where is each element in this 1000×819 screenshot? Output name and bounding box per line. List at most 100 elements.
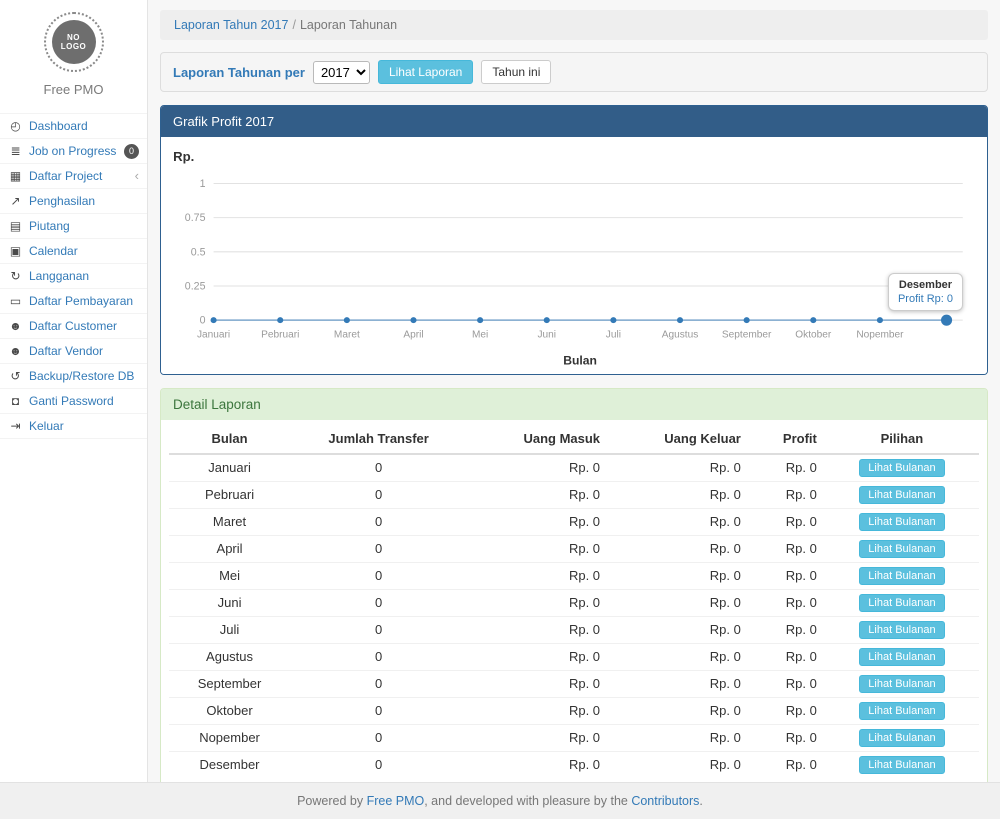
sidebar-item-job-on-progress[interactable]: ≣Job on Progress0 xyxy=(0,138,147,163)
header-profit: Profit xyxy=(749,424,825,454)
cell-jumlah: 0 xyxy=(290,508,467,535)
lihat-bulanan-button[interactable]: Lihat Bulanan xyxy=(859,675,944,693)
sidebar-item-label: Daftar Customer xyxy=(29,318,117,334)
cell-keluar: Rp. 0 xyxy=(608,454,749,482)
sidebar-item-label: Calendar xyxy=(29,243,78,259)
repeat-icon: ↻ xyxy=(8,268,23,284)
cell-jumlah: 0 xyxy=(290,670,467,697)
lihat-bulanan-button[interactable]: Lihat Bulanan xyxy=(859,594,944,612)
lihat-bulanan-button[interactable]: Lihat Bulanan xyxy=(859,513,944,531)
table-row: Pebruari0Rp. 0Rp. 0Rp. 0Lihat Bulanan xyxy=(169,481,979,508)
cell-keluar: Rp. 0 xyxy=(608,535,749,562)
year-select[interactable]: 2017 xyxy=(313,61,370,84)
sidebar-item-daftar-project[interactable]: ▦Daftar Project‹ xyxy=(0,163,147,188)
footer-contributors-link[interactable]: Contributors xyxy=(631,794,699,808)
cell-masuk: Rp. 0 xyxy=(467,562,608,589)
svg-text:April: April xyxy=(403,329,423,340)
cell-jumlah: 0 xyxy=(290,562,467,589)
lihat-laporan-button[interactable]: Lihat Laporan xyxy=(378,60,473,84)
cell-bulan: Agustus xyxy=(169,643,290,670)
cell-pilihan: Lihat Bulanan xyxy=(825,724,979,751)
lihat-bulanan-button[interactable]: Lihat Bulanan xyxy=(859,702,944,720)
table-row: Mei0Rp. 0Rp. 0Rp. 0Lihat Bulanan xyxy=(169,562,979,589)
cell-pilihan: Lihat Bulanan xyxy=(825,454,979,482)
lihat-bulanan-button[interactable]: Lihat Bulanan xyxy=(859,621,944,639)
sidebar-item-daftar-vendor[interactable]: ☻Daftar Vendor xyxy=(0,338,147,363)
cell-bulan: April xyxy=(169,535,290,562)
cell-jumlah: 0 xyxy=(290,589,467,616)
logo-text-line2: LOGO xyxy=(61,42,87,51)
cell-keluar: Rp. 0 xyxy=(608,589,749,616)
cell-keluar: Rp. 0 xyxy=(608,562,749,589)
profit-line-chart[interactable]: Rp.00.250.50.751JanuariPebruariMaretApri… xyxy=(167,145,981,370)
table-row: Januari0Rp. 0Rp. 0Rp. 0Lihat Bulanan xyxy=(169,454,979,482)
cell-pilihan: Lihat Bulanan xyxy=(825,697,979,724)
cell-pilihan: Lihat Bulanan xyxy=(825,751,979,778)
cell-profit: Rp. 0 xyxy=(749,535,825,562)
sidebar-item-daftar-pembayaran[interactable]: ▭Daftar Pembayaran xyxy=(0,288,147,313)
chart-tooltip-month: Desember xyxy=(898,279,953,291)
svg-text:Januari: Januari xyxy=(197,329,230,340)
sidebar-item-daftar-customer[interactable]: ☻Daftar Customer xyxy=(0,313,147,338)
cell-keluar: Rp. 0 xyxy=(608,616,749,643)
breadcrumb-link[interactable]: Laporan Tahun 2017 xyxy=(174,18,288,32)
lihat-bulanan-button[interactable]: Lihat Bulanan xyxy=(859,729,944,747)
sidebar-item-calendar[interactable]: ▣ Calendar xyxy=(0,238,147,263)
lihat-bulanan-button[interactable]: Lihat Bulanan xyxy=(859,486,944,504)
cell-pilihan: Lihat Bulanan xyxy=(825,589,979,616)
sidebar-item-keluar[interactable]: ⇥Keluar xyxy=(0,413,147,439)
cell-pilihan: Lihat Bulanan xyxy=(825,508,979,535)
sidebar-item-backup-restore-db[interactable]: ↺Backup/Restore DB xyxy=(0,363,147,388)
footer-brand-link[interactable]: Free PMO xyxy=(367,794,425,808)
table-row: Desember0Rp. 0Rp. 0Rp. 0Lihat Bulanan xyxy=(169,751,979,778)
refresh-icon: ↺ xyxy=(8,368,23,384)
sidebar-item-label: Ganti Password xyxy=(29,393,114,409)
cell-profit: Rp. 0 xyxy=(749,697,825,724)
svg-text:0.5: 0.5 xyxy=(191,246,206,258)
cell-profit: Rp. 0 xyxy=(749,589,825,616)
cell-jumlah: 0 xyxy=(290,616,467,643)
cell-bulan: Oktober xyxy=(169,697,290,724)
lihat-bulanan-button[interactable]: Lihat Bulanan xyxy=(859,648,944,666)
lock-icon: ◘ xyxy=(8,393,23,409)
calendar-icon: ▣ xyxy=(8,243,23,259)
chart-tooltip-value: Profit Rp: 0 xyxy=(898,293,953,305)
cell-profit: Rp. 0 xyxy=(749,616,825,643)
table-row: September0Rp. 0Rp. 0Rp. 0Lihat Bulanan xyxy=(169,670,979,697)
cell-pilihan: Lihat Bulanan xyxy=(825,643,979,670)
lihat-bulanan-button[interactable]: Lihat Bulanan xyxy=(859,459,944,477)
lihat-bulanan-button[interactable]: Lihat Bulanan xyxy=(859,567,944,585)
header-uang-keluar: Uang Keluar xyxy=(608,424,749,454)
table-row: Nopember0Rp. 0Rp. 0Rp. 0Lihat Bulanan xyxy=(169,724,979,751)
cell-jumlah: 0 xyxy=(290,643,467,670)
svg-text:0.75: 0.75 xyxy=(185,212,206,224)
line-chart-icon: ↗ xyxy=(8,193,23,209)
sidebar-item-penghasilan[interactable]: ↗Penghasilan xyxy=(0,188,147,213)
credit-card-icon: ▭ xyxy=(8,293,23,309)
logo-stamp-icon: NO LOGO xyxy=(44,12,104,72)
cell-bulan: Januari xyxy=(169,454,290,482)
sidebar-item-dashboard[interactable]: ◴Dashboard xyxy=(0,113,147,138)
filter-bar: Laporan Tahunan per 2017 Lihat Laporan T… xyxy=(160,52,988,92)
cell-profit: Rp. 0 xyxy=(749,454,825,482)
svg-text:Maret: Maret xyxy=(334,329,360,340)
sidebar-item-ganti-password[interactable]: ◘ Ganti Password xyxy=(0,388,147,413)
tahun-ini-button[interactable]: Tahun ini xyxy=(481,60,551,84)
sidebar: NO LOGO Free PMO ◴Dashboard≣Job on Progr… xyxy=(0,0,148,782)
cell-pilihan: Lihat Bulanan xyxy=(825,562,979,589)
header-pilihan: Pilihan xyxy=(825,424,979,454)
cell-bulan: Maret xyxy=(169,508,290,535)
cell-keluar: Rp. 0 xyxy=(608,481,749,508)
detail-panel: Detail Laporan Bulan Jumlah Transfer Uan… xyxy=(160,388,988,782)
sidebar-item-langganan[interactable]: ↻Langganan xyxy=(0,263,147,288)
header-uang-masuk: Uang Masuk xyxy=(467,424,608,454)
table-row: Maret0Rp. 0Rp. 0Rp. 0Lihat Bulanan xyxy=(169,508,979,535)
cell-masuk: Rp. 0 xyxy=(467,589,608,616)
sidebar-item-piutang[interactable]: ▤Piutang xyxy=(0,213,147,238)
lihat-bulanan-button[interactable]: Lihat Bulanan xyxy=(859,756,944,774)
lihat-bulanan-button[interactable]: Lihat Bulanan xyxy=(859,540,944,558)
footer: Powered by Free PMO, and developed with … xyxy=(0,782,1000,819)
cell-profit: Rp. 0 xyxy=(749,481,825,508)
brand-name: Free PMO xyxy=(8,82,139,97)
sidebar-item-label: Piutang xyxy=(29,218,70,234)
